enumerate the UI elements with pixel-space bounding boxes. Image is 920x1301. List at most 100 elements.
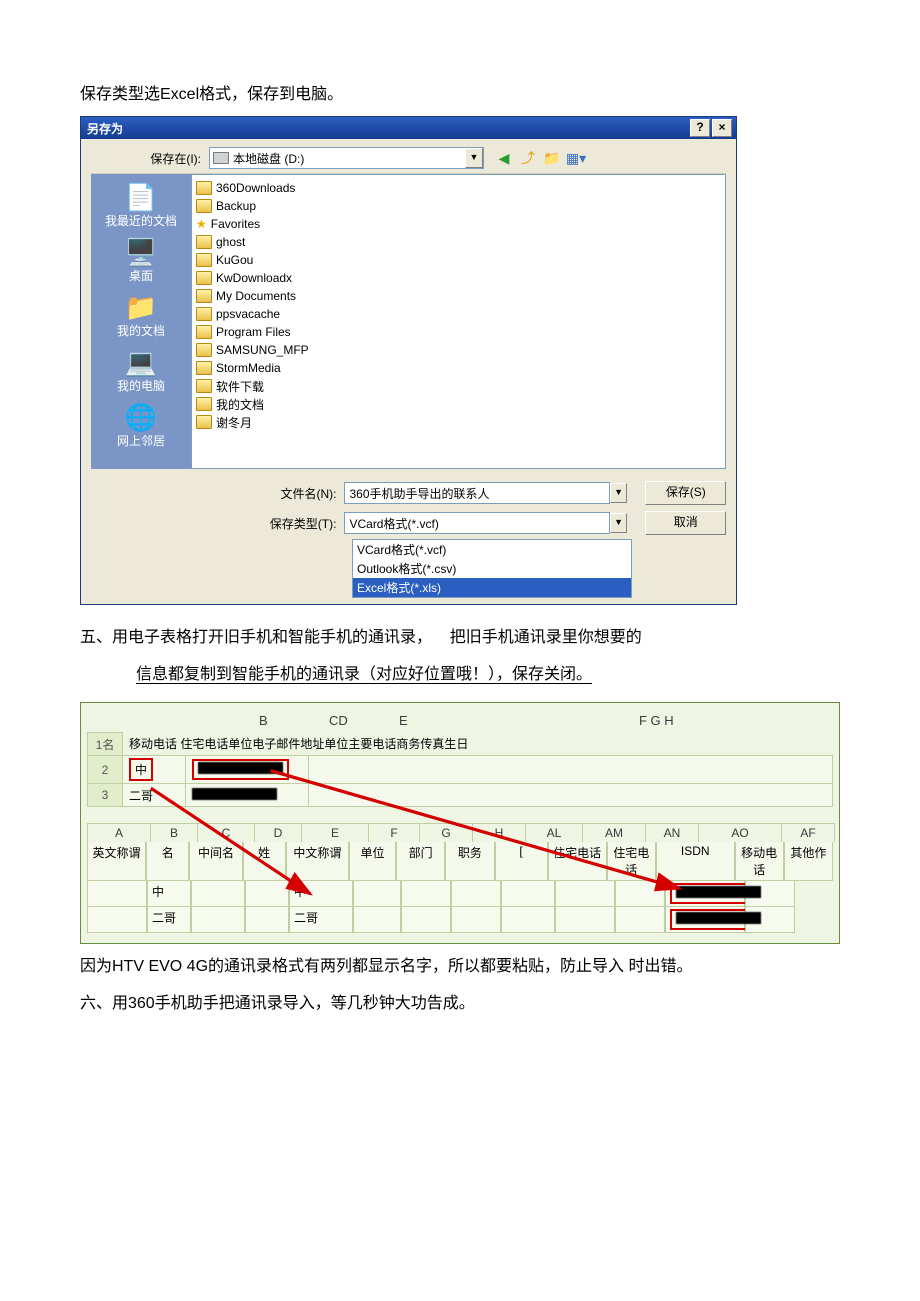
- folder-name: Favorites: [211, 217, 260, 231]
- col-letter: E: [301, 823, 368, 842]
- back-icon[interactable]: ◀: [494, 148, 514, 168]
- place-label: 桌面: [91, 267, 191, 284]
- folder-item[interactable]: KwDownloadx: [196, 269, 721, 287]
- folder-item[interactable]: ghost: [196, 233, 721, 251]
- place-icon: 📁: [91, 294, 191, 320]
- filetype-combo[interactable]: VCard格式(*.vcf): [344, 512, 609, 534]
- place-label: 我最近的文档: [91, 212, 191, 229]
- folder-name: Program Files: [216, 325, 291, 339]
- folder-name: ghost: [216, 235, 245, 249]
- spreadsheet-figure: B CD E F G H 1名 移动电话 住宅电话单位电子邮件地址单位主要电话商…: [80, 702, 840, 944]
- col-letter: G: [419, 823, 472, 842]
- help-button[interactable]: ?: [690, 119, 710, 137]
- sheet1-col-marks: B CD E F G H: [109, 713, 833, 728]
- sheet2-row: 中中: [87, 881, 833, 907]
- filetype-option[interactable]: Excel格式(*.xls): [353, 578, 631, 597]
- folder-name: ppsvacache: [216, 307, 280, 321]
- folder-item[interactable]: KuGou: [196, 251, 721, 269]
- sheet2-cell: [87, 907, 147, 933]
- places-item[interactable]: 🌐 网上邻居: [91, 404, 191, 449]
- disk-icon: [213, 152, 229, 164]
- row-number: 3: [88, 784, 123, 807]
- close-button[interactable]: ×: [712, 119, 732, 137]
- filetype-dropdown-icon[interactable]: ▼: [610, 513, 628, 533]
- place-label: 我的电脑: [91, 377, 191, 394]
- place-label: 我的文档: [91, 322, 191, 339]
- view-icon[interactable]: ▦▾: [566, 148, 586, 168]
- places-item[interactable]: 📄我最近的文档: [91, 184, 191, 229]
- places-item[interactable]: 🖥️ 桌面: [91, 239, 191, 284]
- filename-dropdown-icon[interactable]: ▼: [610, 483, 628, 503]
- col-letter: AO: [698, 823, 781, 842]
- filetype-dropdown-list[interactable]: VCard格式(*.vcf)Outlook格式(*.csv)Excel格式(*.…: [352, 539, 632, 598]
- step5-line2: 信息都复制到智能手机的通讯录（对应好位置哦！），保存关闭。: [80, 660, 840, 690]
- folder-item[interactable]: 我的文档: [196, 395, 721, 413]
- save-button[interactable]: 保存(S): [645, 481, 726, 505]
- step6: 六、用360手机助手把通讯录导入，等几秒钟大功告成。: [80, 989, 840, 1019]
- name-cell: 二哥: [129, 789, 153, 803]
- nav-icon-group: ◀ ⤴ 📁 ▦▾: [494, 148, 586, 168]
- cancel-button[interactable]: 取消: [645, 511, 726, 535]
- filetype-option[interactable]: Outlook格式(*.csv): [353, 559, 631, 578]
- sheet2-cell: [191, 881, 245, 907]
- filetype-label: 保存类型(T):: [91, 515, 344, 532]
- folder-item[interactable]: Backup: [196, 197, 721, 215]
- col-letter: A: [87, 823, 150, 842]
- folder-name: My Documents: [216, 289, 296, 303]
- step5-line1: 五、用电子表格打开旧手机和智能手机的通讯录， 把旧手机通讯录里你想要的: [80, 623, 840, 653]
- folder-icon: [196, 289, 212, 303]
- redacted-phone: [198, 762, 283, 774]
- folder-item[interactable]: SAMSUNG_MFP: [196, 341, 721, 359]
- folder-name: 360Downloads: [216, 181, 295, 195]
- filename-label: 文件名(N):: [91, 485, 344, 502]
- sheet2-cell: [401, 907, 451, 933]
- col-label: 住宅电话: [548, 842, 607, 881]
- col-label: 中文称谓: [286, 842, 349, 881]
- col-letter: AF: [781, 823, 835, 842]
- places-item[interactable]: 📁 我的文档: [91, 294, 191, 339]
- sheet2-cell: [353, 881, 401, 907]
- sheet2-cell: [665, 881, 745, 907]
- filename-input[interactable]: 360手机助手导出的联系人: [344, 482, 609, 504]
- filetype-option[interactable]: VCard格式(*.vcf): [353, 540, 631, 559]
- place-icon: 🖥️: [91, 239, 191, 265]
- col-letter: D: [254, 823, 301, 842]
- sheet2-cell: [555, 881, 615, 907]
- file-list[interactable]: 360Downloads Backup ★ Favorites ghost KuGou Kw…: [191, 174, 726, 469]
- folder-icon: [196, 307, 212, 321]
- save-in-combo[interactable]: 本地磁盘 (D:) ▼: [209, 147, 484, 169]
- places-item[interactable]: 💻我的电脑: [91, 349, 191, 394]
- place-label: 网上邻居: [91, 432, 191, 449]
- star-icon: ★: [196, 217, 207, 231]
- folder-item[interactable]: 软件下载: [196, 377, 721, 395]
- sheet2-col-letters: ABCDEFGHALAMANAOAF: [87, 823, 833, 842]
- sheet2-cell: [501, 907, 555, 933]
- note-htc: 因为HTV EVO 4G的通讯录格式有两列都显示名字，所以都要粘贴，防止导入 时…: [80, 952, 840, 982]
- folder-item[interactable]: 谢冬月: [196, 413, 721, 431]
- folder-icon: [196, 397, 212, 411]
- place-icon: 🌐: [91, 404, 191, 430]
- sheet2-cell: [615, 881, 665, 907]
- row-number: 1名: [88, 733, 123, 756]
- sheet2-cell: [191, 907, 245, 933]
- col-label: 英文称谓: [87, 842, 146, 881]
- folder-item[interactable]: StormMedia: [196, 359, 721, 377]
- folder-name: 我的文档: [216, 396, 264, 413]
- folder-item[interactable]: My Documents: [196, 287, 721, 305]
- new-folder-icon[interactable]: 📁: [542, 148, 562, 168]
- col-letter: AN: [645, 823, 698, 842]
- folder-name: 谢冬月: [216, 414, 252, 431]
- folder-item[interactable]: 360Downloads: [196, 179, 721, 197]
- folder-name: Backup: [216, 199, 256, 213]
- col-letter: F: [368, 823, 419, 842]
- folder-item[interactable]: Program Files: [196, 323, 721, 341]
- dropdown-icon[interactable]: ▼: [465, 148, 483, 168]
- folder-item[interactable]: ppsvacache: [196, 305, 721, 323]
- name-cell: 中: [129, 758, 153, 781]
- sheet2-cell: [353, 907, 401, 933]
- sheet2-cell: [87, 881, 147, 907]
- folder-item[interactable]: ★ Favorites: [196, 215, 721, 233]
- col-label: [: [495, 842, 548, 881]
- folder-name: KwDownloadx: [216, 271, 292, 285]
- up-icon[interactable]: ⤴: [518, 148, 538, 168]
